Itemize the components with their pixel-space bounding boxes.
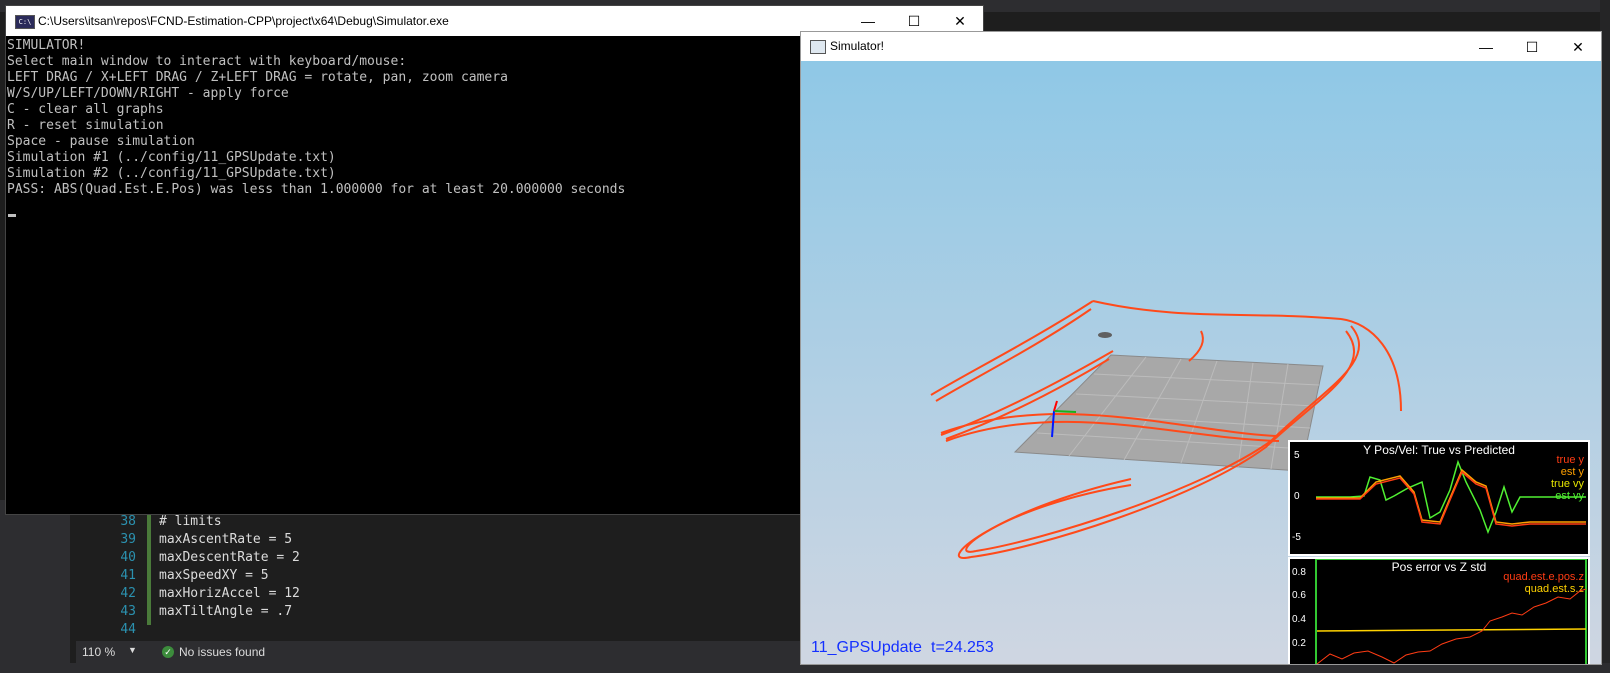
console-line: Simulation #1 (../config/11_GPSUpdate.tx… bbox=[7, 150, 336, 165]
issues-status[interactable]: No issues found bbox=[179, 645, 265, 659]
scenario-name: 11_GPSUpdate bbox=[811, 639, 922, 656]
zoom-level[interactable]: 110 % bbox=[82, 645, 115, 659]
console-line: Simulation #2 (../config/11_GPSUpdate.tx… bbox=[7, 166, 336, 181]
editor-status-bar: 110 % ▼ ✓ No issues found bbox=[76, 641, 806, 663]
code-line[interactable]: maxDescentRate = 2 bbox=[159, 549, 300, 567]
axis-x bbox=[1053, 410, 1077, 413]
plot-pos-error: Pos error vs Z std 0.8 0.6 0.4 0.2 quad.… bbox=[1288, 557, 1590, 664]
simulator-title-bar[interactable]: Simulator! — ☐ ✕ bbox=[801, 32, 1601, 61]
line-number: 38 bbox=[120, 514, 136, 529]
line-number: 41 bbox=[120, 568, 136, 583]
console-line: LEFT DRAG / X+LEFT DRAG / Z+LEFT DRAG = … bbox=[7, 70, 508, 85]
maximize-button[interactable]: ☐ bbox=[1509, 32, 1555, 62]
simulator-window[interactable]: Simulator! — ☐ ✕ Y Pos/Vel: True vs Pred… bbox=[800, 31, 1602, 665]
console-line: PASS: ABS(Quad.Est.E.Pos) was less than … bbox=[7, 182, 626, 197]
window-app-icon bbox=[810, 40, 826, 54]
code-line[interactable]: maxHorizAccel = 12 bbox=[159, 585, 300, 603]
console-line: Select main window to interact with keyb… bbox=[7, 54, 407, 69]
vs-left-strip bbox=[0, 500, 70, 673]
console-line: Space - pause simulation bbox=[7, 134, 195, 149]
plot-error-lines bbox=[1315, 559, 1587, 664]
console-line: W/S/UP/LEFT/DOWN/RIGHT - apply force bbox=[7, 86, 289, 101]
chevron-down-icon[interactable]: ▼ bbox=[128, 645, 137, 655]
code-line[interactable]: # limits bbox=[159, 513, 222, 531]
console-line: SIMULATOR! bbox=[7, 38, 86, 53]
drone-marker bbox=[1098, 332, 1112, 338]
text-cursor bbox=[8, 214, 16, 217]
plot-y-lines bbox=[1316, 459, 1586, 535]
console-line: R - reset simulation bbox=[7, 118, 164, 133]
line-number: 40 bbox=[120, 550, 136, 565]
code-line[interactable]: maxAscentRate = 5 bbox=[159, 531, 292, 549]
line-number: 42 bbox=[120, 586, 136, 601]
code-line[interactable]: maxTiltAngle = .7 bbox=[159, 603, 292, 621]
minimize-button[interactable]: — bbox=[1463, 32, 1509, 62]
simulation-viewport[interactable]: Y Pos/Vel: True vs Predicted 5 0 -5 true… bbox=[801, 61, 1601, 664]
close-button[interactable]: ✕ bbox=[1555, 32, 1601, 62]
line-number: 43 bbox=[120, 604, 136, 619]
code-line[interactable]: maxSpeedXY = 5 bbox=[159, 567, 269, 585]
console-app-icon: C:\ bbox=[15, 15, 35, 29]
changed-lines-marker bbox=[147, 513, 151, 625]
console-title: C:\Users\itsan\repos\FCND-Estimation-CPP… bbox=[38, 14, 449, 28]
check-circle-icon: ✓ bbox=[162, 646, 174, 658]
simulator-title: Simulator! bbox=[830, 39, 885, 53]
plot-y-pos-vel: Y Pos/Vel: True vs Predicted 5 0 -5 true… bbox=[1288, 440, 1590, 556]
line-number: 39 bbox=[120, 532, 136, 547]
console-line: C - clear all graphs bbox=[7, 102, 164, 117]
line-number: 44 bbox=[120, 622, 136, 637]
simulation-time: t=24.253 bbox=[931, 639, 994, 656]
